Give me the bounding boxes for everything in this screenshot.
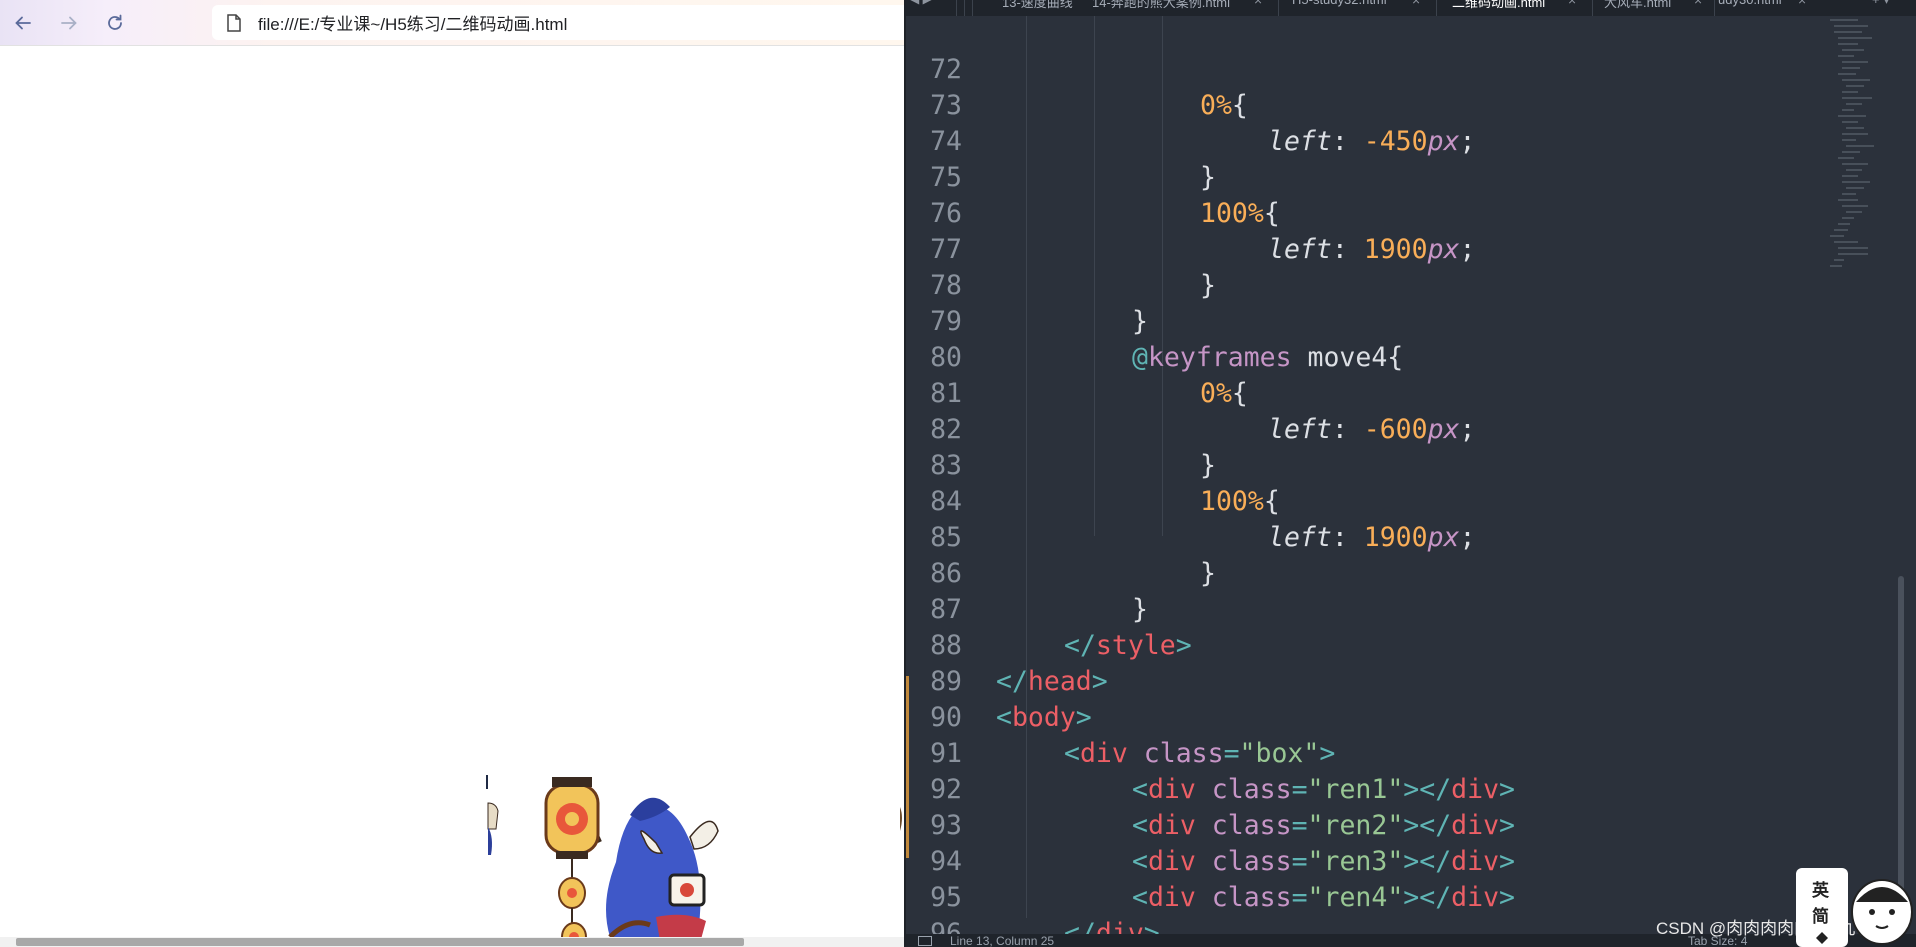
code-line: 86 } (906, 520, 1826, 625)
animation-sprites (486, 775, 902, 937)
page-icon (227, 13, 241, 32)
tab-h5-study32[interactable]: H5-study32.html (1292, 0, 1387, 16)
sprite-fragment-left (486, 775, 499, 855)
code-line: 84 left: 1900px; (906, 448, 1826, 553)
vertical-scrollbar[interactable] (1894, 16, 1912, 934)
code-line: 87 </style> (906, 556, 1826, 661)
code-line: 88 </head> (906, 592, 1826, 697)
code-line: 96 </body> (906, 880, 1826, 934)
ime-mascot-icon (1851, 879, 1913, 945)
line-number: 96 (930, 918, 962, 934)
close-icon[interactable]: × (1694, 0, 1702, 8)
tab-14[interactable]: 14-奔跑的熊大案例.html (1092, 0, 1230, 16)
horizontal-scrollbar-thumb[interactable] (16, 938, 744, 946)
close-icon[interactable]: × (1254, 0, 1262, 8)
code-line: 77 } (906, 196, 1826, 301)
tab-separator (964, 0, 965, 16)
code-token: > (1143, 918, 1160, 934)
code-line: 92 <div class="ren2"></div> (906, 736, 1826, 841)
url-text[interactable]: file:///E:/专业课~/H5练习/二维码动画.html (258, 10, 567, 35)
ime-charset-label: 简 (1812, 906, 1829, 927)
code-line: 74 } (906, 88, 1826, 193)
code-line: 80 0%{ (906, 304, 1826, 409)
code-line: 82 } (906, 376, 1826, 481)
tab-qrcode-animation[interactable]: 二维码动画.html (1452, 0, 1545, 16)
code-line: 76 left: 1900px; (906, 160, 1826, 265)
tab-scroll-arrows-icon[interactable]: ◀ ▶ (910, 0, 932, 16)
tab-overflow-icon[interactable]: + ▾ (1872, 0, 1890, 16)
arrow-left-icon (15, 16, 31, 30)
code-line: 89 <body> (906, 628, 1826, 733)
code-line: 94 <div class="ren4"></div> (906, 808, 1826, 913)
code-line: 73 left: -450px; (906, 52, 1826, 157)
sprite-fragment-right (900, 807, 902, 831)
code-line: 91 <div class="ren1"></div> (906, 700, 1826, 805)
code-token: div (1095, 918, 1144, 934)
browser-toolbar: file:///E:/专业课~/H5练习/二维码动画.html (0, 0, 904, 46)
code-line: 75 100%{ (906, 124, 1826, 229)
address-bar[interactable]: file:///E:/专业课~/H5练习/二维码动画.html (212, 5, 904, 40)
ime-widget[interactable]: 英 简 (1796, 868, 1916, 947)
code-area[interactable]: 72 0%{ 73 left: -450px; 74 } 75 100%{ 76… (906, 16, 1826, 934)
tab-separator (1436, 0, 1437, 16)
code-token: </ (1064, 918, 1096, 934)
minimap[interactable] (1828, 16, 1888, 296)
editor-tabbar: ◀ ▶ 13-速度曲线 14-奔跑的熊大案例.html × H5-study32… (906, 0, 1916, 16)
close-icon[interactable]: × (1798, 0, 1806, 8)
code-line: 95 </div> (906, 844, 1826, 934)
forward-button[interactable] (54, 9, 84, 37)
arrow-right-icon (61, 16, 77, 30)
close-icon[interactable]: × (1568, 0, 1576, 8)
cursor-position: Line 13, Column 25 (950, 934, 1055, 947)
tab-13[interactable]: 13-速度曲线 (1002, 0, 1073, 16)
tab-separator (956, 0, 957, 16)
panel-toggle-icon[interactable] (918, 936, 932, 946)
reload-button[interactable] (100, 9, 130, 37)
tab-separator (1714, 0, 1715, 16)
page-viewport (0, 47, 904, 937)
code-line: 93 <div class="ren3"></div> (906, 772, 1826, 877)
back-button[interactable] (8, 9, 38, 37)
code-line: 90 <div class="box"> (906, 664, 1826, 769)
code-line: 83 100%{ (906, 412, 1826, 517)
code-editor: ◀ ▶ 13-速度曲线 14-奔跑的熊大案例.html × H5-study32… (904, 0, 1916, 947)
code-line: 78 } (906, 232, 1826, 337)
reload-icon (108, 14, 122, 30)
code-line: 79 @keyframes move4{ (906, 268, 1826, 373)
code-line: 72 0%{ (906, 16, 1826, 121)
tab-separator (1592, 0, 1593, 16)
close-icon[interactable]: × (1412, 0, 1420, 8)
tab-separator (1278, 0, 1279, 16)
tab-study30[interactable]: udy30.html (1718, 0, 1782, 16)
code-line: 81 left: -600px; (906, 340, 1826, 445)
lantern-character-sprite (544, 777, 719, 937)
horizontal-scrollbar[interactable] (0, 937, 904, 947)
ime-mode-label: 英 (1812, 880, 1830, 901)
tab-windmill[interactable]: 大风车.html (1604, 0, 1671, 16)
code-line: 85 } (906, 484, 1826, 589)
browser-window: file:///E:/专业课~/H5练习/二维码动画.html (0, 0, 904, 947)
tab-separator (972, 0, 973, 16)
